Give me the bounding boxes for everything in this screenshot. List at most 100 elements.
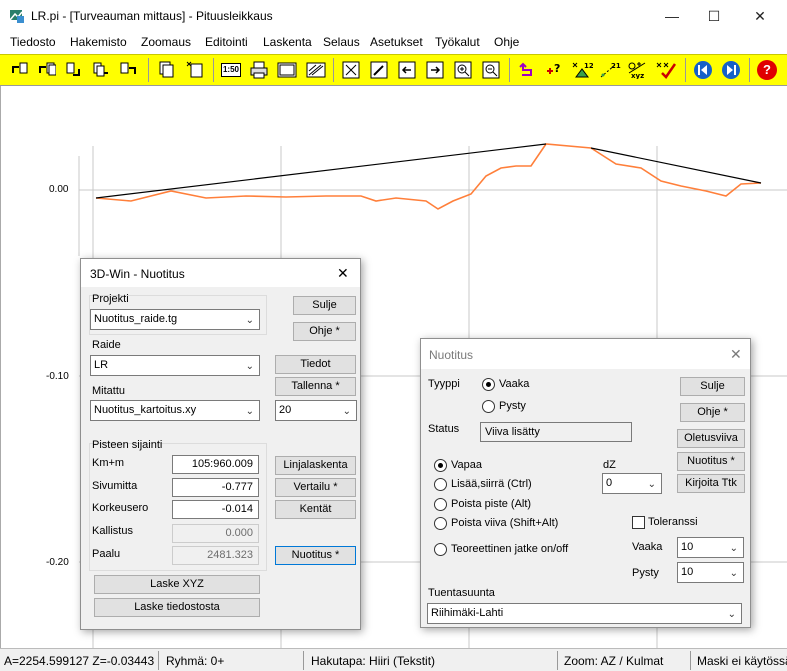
close-button[interactable]: Sulje bbox=[680, 377, 745, 396]
hatch-icon[interactable] bbox=[305, 59, 327, 81]
mode-free-radio[interactable] bbox=[434, 459, 447, 472]
toolbar: 1:50 ? 12 21 xyz ? bbox=[0, 54, 787, 86]
tolerance-checkbox[interactable] bbox=[632, 516, 645, 529]
menu-selaus[interactable]: Selaus bbox=[323, 35, 360, 49]
info-button[interactable]: Tiedot bbox=[275, 355, 356, 374]
compare-button[interactable]: Vertailu * bbox=[275, 478, 356, 497]
maximize-button[interactable]: ☐ bbox=[691, 0, 737, 32]
zoom-out-icon[interactable] bbox=[480, 59, 502, 81]
close-button[interactable]: Sulje bbox=[293, 296, 356, 315]
track-select[interactable]: LR ⌄ bbox=[90, 355, 260, 376]
next-icon[interactable] bbox=[720, 59, 742, 81]
check-icon[interactable] bbox=[655, 59, 677, 81]
minimize-button[interactable]: — bbox=[649, 0, 695, 32]
page-marks-icon[interactable] bbox=[184, 59, 206, 81]
previous-icon[interactable] bbox=[692, 59, 714, 81]
mode-add-radio[interactable] bbox=[434, 478, 447, 491]
printer-icon[interactable] bbox=[248, 59, 270, 81]
menu-ohje[interactable]: Ohje bbox=[494, 35, 519, 49]
app-icon bbox=[9, 10, 24, 23]
line-calc-button[interactable]: Linjalaskenta bbox=[275, 456, 356, 475]
track-label: Raide bbox=[92, 339, 121, 351]
project-select[interactable]: Nuotitus_raide.tg ⌄ bbox=[90, 309, 260, 330]
save-button[interactable]: Tallenna * bbox=[275, 377, 356, 396]
menu-zoomaus[interactable]: Zoomaus bbox=[141, 35, 191, 49]
zoom-extents-icon[interactable] bbox=[340, 59, 362, 81]
km-label: Km+m bbox=[92, 457, 125, 469]
menu-laskenta[interactable]: Laskenta bbox=[263, 35, 312, 49]
help-button[interactable]: Ohje * bbox=[293, 322, 356, 341]
pan-left-icon[interactable] bbox=[396, 59, 418, 81]
nuotitus-button[interactable]: Nuotitus * bbox=[677, 452, 745, 471]
status-mask: Maski ei käytössä bbox=[697, 654, 787, 668]
chevron-down-icon: ⌄ bbox=[727, 609, 736, 620]
count-select[interactable]: 20 ⌄ bbox=[275, 400, 357, 421]
support-direction-value: Riihimäki-Lahti bbox=[431, 607, 504, 619]
point-position-label: Pisteen sijainti bbox=[92, 439, 163, 451]
cant-field: 0.000 bbox=[172, 524, 259, 543]
file-new-icon[interactable] bbox=[9, 59, 31, 81]
plot-frame-icon[interactable] bbox=[276, 59, 298, 81]
file-export-icon[interactable] bbox=[117, 59, 139, 81]
menu-tyokalut[interactable]: Työkalut bbox=[435, 35, 480, 49]
help-icon[interactable]: ? bbox=[756, 59, 778, 81]
km-field[interactable]: 105:960.009 bbox=[172, 455, 259, 474]
height-field[interactable]: -0.014 bbox=[172, 500, 259, 519]
mode-remove-line-radio[interactable] bbox=[434, 517, 447, 530]
design-profile-line-2 bbox=[590, 147, 762, 184]
type-vertical-radio[interactable] bbox=[482, 400, 495, 413]
status-coords: A=2254.599127 Z=-0.03443 bbox=[4, 654, 155, 668]
type-horizontal-radio[interactable] bbox=[482, 378, 495, 391]
scale-icon[interactable]: 1:50 bbox=[220, 59, 242, 81]
horizontal-select[interactable]: 10 ⌄ bbox=[677, 537, 744, 558]
nuotitus-tool-dialog: Nuotitus ✕ Tyyppi Vaaka Pysty Status Vii… bbox=[420, 338, 751, 628]
menu-asetukset[interactable]: Asetukset bbox=[370, 35, 423, 49]
calc-xyz-button[interactable]: Laske XYZ bbox=[94, 575, 260, 594]
write-ttk-button[interactable]: Kirjoita Ttk bbox=[677, 474, 745, 493]
pile-field: 2481.323 bbox=[172, 546, 259, 565]
dialog-title: 3D-Win - Nuotitus bbox=[90, 267, 185, 281]
file-open-icon[interactable] bbox=[36, 59, 58, 81]
dz-select[interactable]: 0 ⌄ bbox=[602, 473, 662, 494]
status-value: Viiva lisätty bbox=[480, 422, 632, 442]
dialog-title: Nuotitus bbox=[429, 348, 474, 362]
nuotitus-button[interactable]: Nuotitus * bbox=[275, 546, 356, 565]
tolerance-label: Toleranssi bbox=[648, 516, 698, 528]
mode-remove-point-radio[interactable] bbox=[434, 498, 447, 511]
type-horizontal-label: Vaaka bbox=[499, 378, 530, 390]
file-save-icon[interactable] bbox=[63, 59, 85, 81]
mode-theoretical-radio[interactable] bbox=[434, 543, 447, 556]
side-field[interactable]: -0.777 bbox=[172, 478, 259, 497]
edit-pen-icon[interactable] bbox=[368, 59, 390, 81]
menu-editointi[interactable]: Editointi bbox=[205, 35, 248, 49]
support-direction-select[interactable]: Riihimäki-Lahti ⌄ bbox=[427, 603, 742, 624]
dialog-close-icon[interactable]: ✕ bbox=[730, 346, 742, 363]
default-line-button[interactable]: Oletusviiva bbox=[677, 429, 745, 448]
pan-right-icon[interactable] bbox=[424, 59, 446, 81]
calc-from-file-button[interactable]: Laske tiedostosta bbox=[94, 598, 260, 617]
status-separator bbox=[158, 651, 159, 670]
menu-tiedosto[interactable]: Tiedosto bbox=[10, 35, 56, 49]
xyz-icon[interactable]: xyz bbox=[627, 59, 649, 81]
menu-hakemisto[interactable]: Hakemisto bbox=[70, 35, 127, 49]
add-query-icon[interactable]: ? bbox=[544, 59, 566, 81]
measured-label: Mitattu bbox=[92, 385, 126, 397]
vertical-select[interactable]: 10 ⌄ bbox=[677, 562, 744, 583]
point-21-icon[interactable]: 21 bbox=[599, 59, 621, 81]
close-window-button[interactable]: ✕ bbox=[737, 0, 783, 32]
point-12-icon[interactable]: 12 bbox=[571, 59, 593, 81]
fields-button[interactable]: Kentät bbox=[275, 500, 356, 519]
status-search-mode: Hakutapa: Hiiri (Tekstit) bbox=[311, 654, 436, 668]
zoom-in-icon[interactable] bbox=[452, 59, 474, 81]
help-icon-glyph: ? bbox=[757, 60, 777, 80]
chevron-down-icon: ⌄ bbox=[647, 479, 656, 490]
dialog-close-icon[interactable]: ✕ bbox=[337, 265, 349, 282]
file-copy-icon[interactable] bbox=[90, 59, 112, 81]
chevron-down-icon: ⌄ bbox=[245, 406, 254, 417]
height-label: Korkeusero bbox=[92, 502, 149, 514]
undo-icon[interactable] bbox=[516, 59, 538, 81]
measured-select[interactable]: Nuotitus_kartoitus.xy ⌄ bbox=[90, 400, 260, 421]
mode-free-label: Vapaa bbox=[451, 459, 482, 471]
pages-icon[interactable] bbox=[156, 59, 178, 81]
help-button[interactable]: Ohje * bbox=[680, 403, 745, 422]
